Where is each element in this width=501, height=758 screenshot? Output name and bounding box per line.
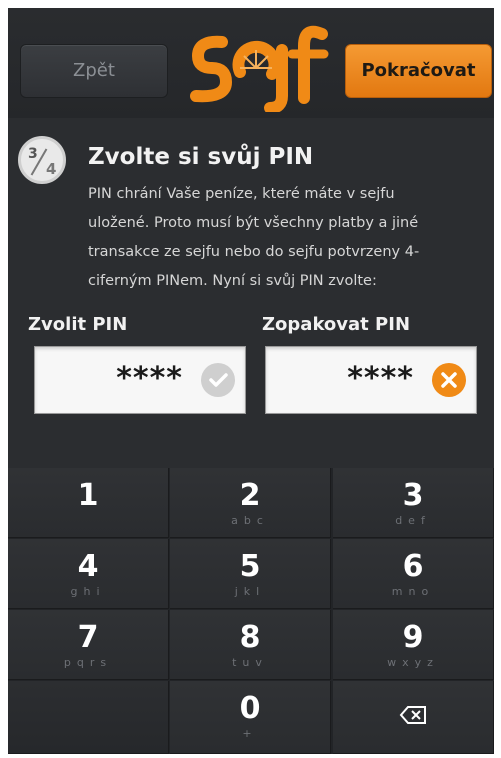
key-4[interactable]: 4 ghi — [8, 539, 169, 609]
key-digit: 6 — [402, 549, 424, 584]
step-badge: 3 4 — [18, 136, 66, 184]
key-0[interactable]: 0 + — [170, 681, 331, 754]
key-7[interactable]: 7 pqrs — [8, 610, 169, 680]
key-3[interactable]: 3 def — [333, 468, 494, 538]
key-digit: 4 — [77, 549, 99, 584]
error-icon — [432, 363, 466, 397]
step-current: 3 — [28, 146, 38, 162]
key-2[interactable]: 2 abc — [170, 468, 331, 538]
key-digit: 0 — [239, 691, 261, 726]
key-8[interactable]: 8 tuv — [170, 610, 331, 680]
numeric-keypad: 1 2 abc 3 def 4 ghi 5 jkl 6 mno 7 pqrs 8 — [8, 468, 494, 754]
header: Zpět sejf Pokračovat — [8, 8, 494, 118]
key-1[interactable]: 1 — [8, 468, 169, 538]
key-digit: 7 — [77, 620, 99, 655]
key-digit: 1 — [77, 478, 99, 513]
key-6[interactable]: 6 mno — [333, 539, 494, 609]
page-title: Zvolte si svůj PIN — [88, 144, 314, 170]
repeat-pin-field[interactable]: **** — [265, 346, 477, 414]
key-digit: 5 — [239, 549, 261, 584]
key-letters: + — [242, 727, 258, 740]
key-letters: abc — [231, 514, 269, 527]
key-digit: 2 — [239, 478, 261, 513]
back-button[interactable]: Zpět — [20, 44, 168, 98]
sejf-logo: sejf — [182, 12, 329, 112]
key-9[interactable]: 9 wxyz — [333, 610, 494, 680]
choose-pin-field[interactable]: **** — [34, 346, 246, 414]
key-5[interactable]: 5 jkl — [170, 539, 331, 609]
key-digit: 8 — [239, 620, 261, 655]
key-letters: tuv — [232, 656, 268, 669]
backspace-icon — [333, 705, 493, 729]
key-letters: ghi — [70, 585, 106, 598]
repeat-pin-value: **** — [347, 361, 414, 396]
key-letters: pqrs — [63, 656, 113, 669]
svg-text:sejf: sejf — [182, 12, 184, 13]
key-backspace[interactable] — [333, 681, 494, 754]
key-letters: jkl — [234, 585, 266, 598]
continue-button[interactable]: Pokračovat — [345, 44, 492, 98]
key-digit: 9 — [402, 620, 424, 655]
key-letters: wxyz — [387, 656, 439, 669]
choose-pin-value: **** — [116, 361, 183, 396]
key-digit: 3 — [402, 478, 424, 513]
key-empty — [8, 681, 169, 754]
key-letters: mno — [391, 585, 435, 598]
app-screen: Zpět sejf Pokračovat 3 4 Zvolte si svůj … — [8, 8, 494, 754]
repeat-pin-label: Zopakovat PIN — [262, 314, 411, 335]
step-total: 4 — [46, 160, 57, 178]
key-letters: def — [395, 514, 431, 527]
choose-pin-label: Zvolit PIN — [28, 314, 128, 335]
check-icon — [201, 363, 235, 397]
page-description: PIN chrání Vaše peníze, které máte v sej… — [88, 186, 420, 289]
